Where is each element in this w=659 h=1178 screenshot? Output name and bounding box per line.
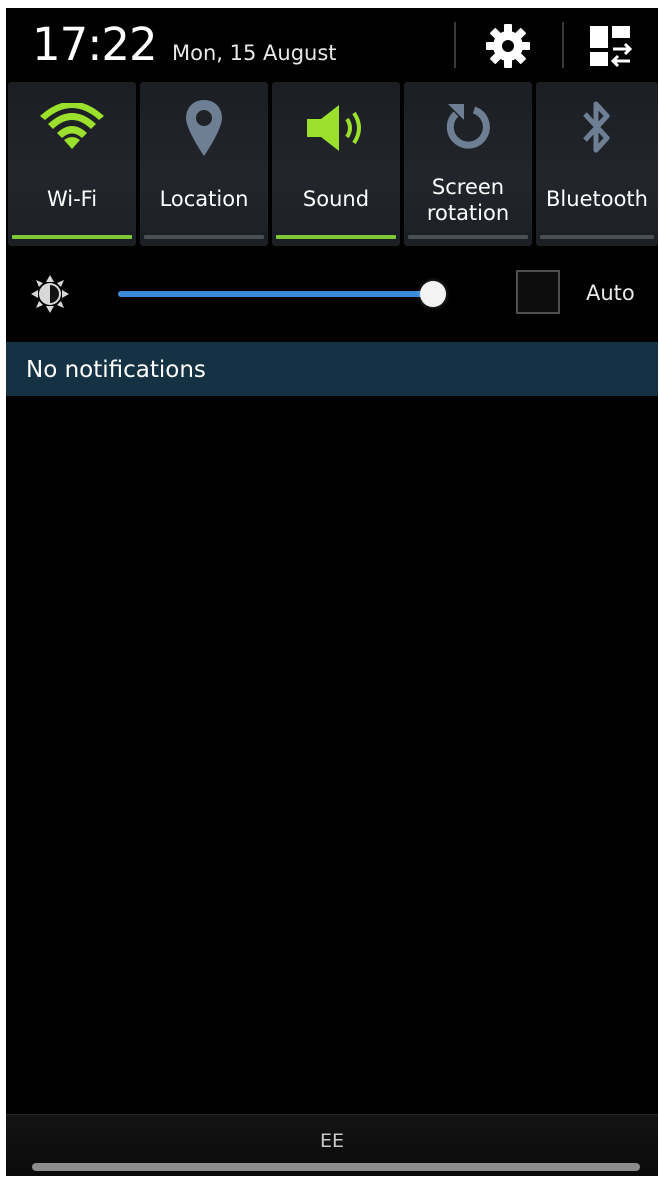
wifi-icon	[40, 103, 104, 149]
toggle-label: Bluetooth	[546, 187, 648, 211]
brightness-slider-fill	[118, 291, 433, 297]
toggle-location[interactable]: Location	[140, 82, 268, 246]
toggle-indicator	[276, 235, 396, 239]
auto-brightness-label: Auto	[586, 281, 635, 305]
gear-icon	[486, 24, 530, 68]
location-pin-icon	[186, 100, 222, 156]
toggle-bluetooth[interactable]: Bluetooth	[536, 82, 658, 246]
toggle-indicator	[12, 235, 132, 239]
brightness-row: Auto	[6, 248, 658, 342]
brightness-slider-thumb[interactable]	[420, 281, 446, 307]
no-notifications-label: No notifications	[26, 357, 206, 383]
grid-swap-icon	[590, 26, 633, 68]
toggle-indicator	[408, 235, 528, 239]
settings-button[interactable]	[480, 18, 536, 74]
toggle-wifi[interactable]: Wi-Fi	[8, 82, 136, 246]
toggle-label: Wi-Fi	[46, 187, 98, 211]
toggle-label-line: rotation	[426, 201, 510, 225]
toggle-indicator	[144, 235, 264, 239]
bluetooth-icon	[583, 101, 610, 153]
panel-footer: EE	[6, 1114, 658, 1176]
date-label: Mon, 15 August	[172, 41, 337, 65]
header-divider	[562, 22, 564, 68]
toggle-sound[interactable]: Sound	[272, 82, 400, 246]
toggle-screen-rotation[interactable]: Screen rotation	[404, 82, 532, 246]
auto-brightness-checkbox[interactable]	[516, 270, 560, 314]
toggle-label: Sound	[302, 187, 370, 211]
carrier-label: EE	[319, 1130, 344, 1152]
toggle-indicator	[540, 235, 654, 239]
quick-settings-row: Wi-Fi Location Sound Screen rotation Blu…	[6, 82, 658, 248]
clock: 17:22	[32, 18, 158, 71]
speaker-icon	[307, 105, 361, 151]
header-divider	[454, 22, 456, 68]
brightness-slider[interactable]	[118, 291, 446, 297]
panel-drag-handle[interactable]	[32, 1163, 640, 1171]
notifications-header: No notifications	[6, 342, 658, 396]
panel-header: 17:22 Mon, 15 August	[6, 8, 658, 82]
notification-panel: 17:22 Mon, 15 August Wi-Fi Location Soun…	[6, 8, 658, 1176]
brightness-icon	[31, 275, 69, 313]
edit-toggles-button[interactable]	[582, 18, 638, 74]
toggle-label: Location	[159, 187, 249, 211]
toggle-label-line: Screen	[431, 175, 505, 199]
toggle-label: Screen rotation	[404, 174, 532, 226]
rotate-icon	[446, 104, 490, 149]
